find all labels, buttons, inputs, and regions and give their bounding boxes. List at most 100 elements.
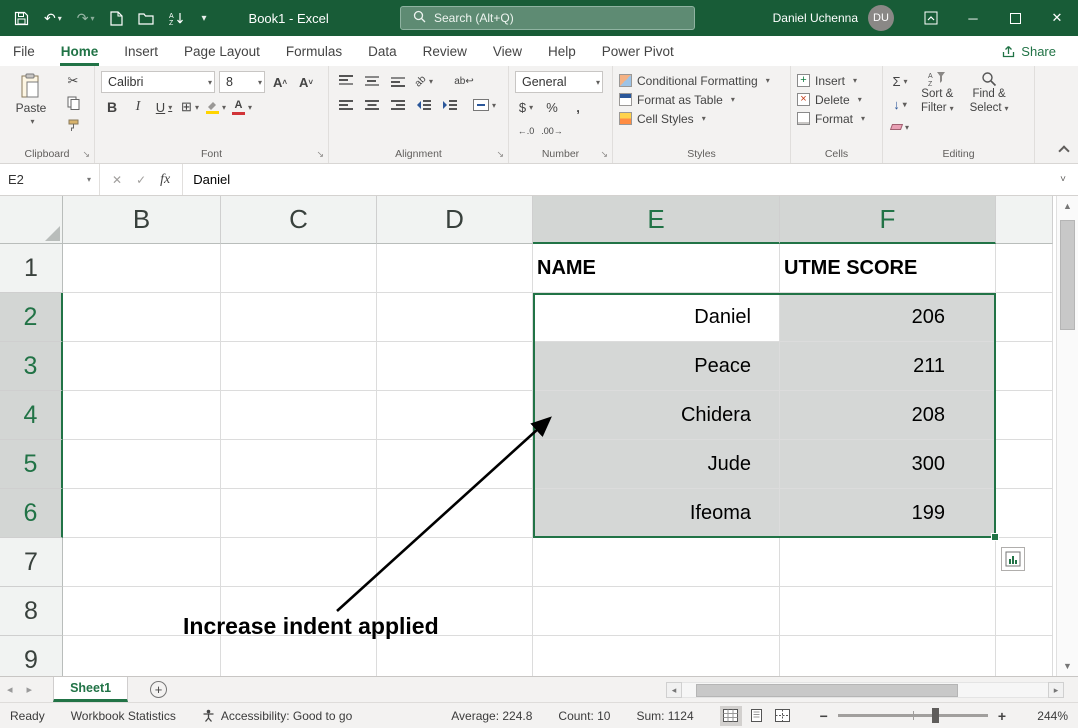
formula-input[interactable]: Daniel — [183, 164, 1048, 195]
cell-F1[interactable]: UTME SCORE — [780, 244, 996, 293]
percent-style-icon[interactable]: % — [541, 97, 563, 117]
cell-D3[interactable] — [377, 342, 533, 391]
cell-partial-4[interactable] — [996, 391, 1053, 440]
scroll-left-icon[interactable]: ◂ — [666, 682, 682, 698]
vertical-scroll-thumb[interactable] — [1060, 220, 1075, 330]
cell-B7[interactable] — [63, 538, 221, 587]
row-header-6[interactable]: 6 — [0, 489, 63, 538]
cell-C5[interactable] — [221, 440, 377, 489]
minimize-button[interactable]: ─ — [952, 0, 994, 36]
enter-icon[interactable]: ✓ — [136, 173, 146, 187]
tab-review[interactable]: Review — [410, 36, 480, 66]
tab-insert[interactable]: Insert — [111, 36, 171, 66]
decrease-indent-icon[interactable] — [413, 95, 435, 115]
increase-decimal-icon[interactable]: ←.0 — [515, 121, 537, 141]
new-file-icon[interactable] — [110, 11, 123, 26]
cell-E4[interactable]: Chidera — [533, 391, 780, 440]
cell-E5[interactable]: Jude — [533, 440, 780, 489]
redo-button[interactable]: ↷▾ — [77, 10, 95, 27]
tab-formulas[interactable]: Formulas — [273, 36, 355, 66]
cell-D2[interactable] — [377, 293, 533, 342]
cell-partial-6[interactable] — [996, 489, 1053, 538]
comma-style-icon[interactable]: , — [567, 97, 589, 117]
wrap-text-icon[interactable]: ab↩ — [453, 71, 475, 91]
vertical-scrollbar[interactable]: ▲ ▼ — [1056, 196, 1078, 676]
cell-C1[interactable] — [221, 244, 377, 293]
row-header-1[interactable]: 1 — [0, 244, 63, 293]
page-layout-view-icon[interactable] — [746, 706, 768, 726]
sheet-tab-sheet1[interactable]: Sheet1 — [53, 677, 128, 702]
cell-E3[interactable]: Peace — [533, 342, 780, 391]
borders-icon[interactable]: ⊞ — [179, 97, 201, 117]
column-header-D[interactable]: D — [377, 196, 533, 244]
cell-E7[interactable] — [533, 538, 780, 587]
cell-D5[interactable] — [377, 440, 533, 489]
cell-C4[interactable] — [221, 391, 377, 440]
bold-button[interactable]: B — [101, 97, 123, 117]
cell-B4[interactable] — [63, 391, 221, 440]
column-header-C[interactable]: C — [221, 196, 377, 244]
fill-button[interactable]: ↓ — [889, 94, 911, 114]
font-color-icon[interactable]: A — [231, 97, 253, 117]
cancel-icon[interactable]: ✕ — [112, 173, 122, 187]
collapse-ribbon-icon[interactable] — [1058, 145, 1069, 156]
cell-B1[interactable] — [63, 244, 221, 293]
share-button[interactable]: Share — [1002, 44, 1056, 59]
paste-button[interactable]: Paste — [6, 71, 56, 135]
cell-E9[interactable] — [533, 636, 780, 676]
fill-color-icon[interactable] — [205, 97, 227, 117]
align-middle-icon[interactable] — [361, 71, 383, 91]
merge-center-icon[interactable] — [473, 95, 496, 115]
zoom-slider[interactable] — [838, 714, 988, 717]
cell-F2[interactable]: 206 — [780, 293, 996, 342]
cell-C9[interactable] — [221, 636, 377, 676]
cell-E8[interactable] — [533, 587, 780, 636]
font-name-select[interactable]: Calibri — [101, 71, 215, 93]
cut-icon[interactable]: ✂ — [62, 71, 84, 91]
row-header-4[interactable]: 4 — [0, 391, 63, 440]
column-header-B[interactable]: B — [63, 196, 221, 244]
clipboard-dialog-launcher-icon[interactable]: ↘ — [82, 149, 90, 160]
autosum-button[interactable]: Σ — [889, 71, 911, 91]
tab-view[interactable]: View — [480, 36, 535, 66]
align-left-icon[interactable] — [335, 95, 357, 115]
normal-view-icon[interactable] — [720, 706, 742, 726]
orientation-icon[interactable]: ab — [413, 71, 435, 91]
alignment-dialog-launcher-icon[interactable]: ↘ — [496, 149, 504, 160]
cell-F9[interactable] — [780, 636, 996, 676]
accounting-format-icon[interactable]: $ — [515, 97, 537, 117]
align-top-icon[interactable] — [335, 71, 357, 91]
underline-button[interactable]: U — [153, 97, 175, 117]
undo-button[interactable]: ↶▾ — [44, 10, 62, 27]
cell-partial-8[interactable] — [996, 587, 1053, 636]
horizontal-scroll-thumb[interactable] — [696, 684, 958, 697]
accessibility-status[interactable]: Accessibility: Good to go — [202, 709, 352, 723]
cell-F4[interactable]: 208 — [780, 391, 996, 440]
user-name[interactable]: Daniel Uchenna — [773, 11, 858, 25]
workbook-statistics-button[interactable]: Workbook Statistics — [71, 709, 176, 723]
ribbon-display-options-icon[interactable] — [910, 0, 952, 36]
cell-B6[interactable] — [63, 489, 221, 538]
align-center-icon[interactable] — [361, 95, 383, 115]
row-header-8[interactable]: 8 — [0, 587, 63, 636]
sort-filter-button[interactable]: AZ Sort & Filter — [915, 71, 960, 137]
cell-F3[interactable]: 211 — [780, 342, 996, 391]
cell-C2[interactable] — [221, 293, 377, 342]
conditional-formatting-button[interactable]: Conditional Formatting — [619, 71, 784, 90]
cell-F5[interactable]: 300 — [780, 440, 996, 489]
column-header-F[interactable]: F — [780, 196, 996, 244]
quick-analysis-button[interactable] — [1001, 547, 1025, 571]
open-folder-icon[interactable] — [138, 12, 154, 25]
insert-cells-button[interactable]: + Insert — [797, 71, 876, 90]
new-sheet-icon[interactable]: + — [150, 681, 167, 698]
font-dialog-launcher-icon[interactable]: ↘ — [316, 149, 324, 160]
increase-font-size-icon[interactable]: A˄ — [269, 72, 291, 92]
cell-C3[interactable] — [221, 342, 377, 391]
number-format-select[interactable]: General — [515, 71, 603, 93]
tab-help[interactable]: Help — [535, 36, 589, 66]
tab-home[interactable]: Home — [48, 36, 112, 66]
row-header-5[interactable]: 5 — [0, 440, 63, 489]
scroll-right-icon[interactable]: ▸ — [1048, 682, 1064, 698]
cell-D7[interactable] — [377, 538, 533, 587]
number-dialog-launcher-icon[interactable]: ↘ — [600, 149, 608, 160]
